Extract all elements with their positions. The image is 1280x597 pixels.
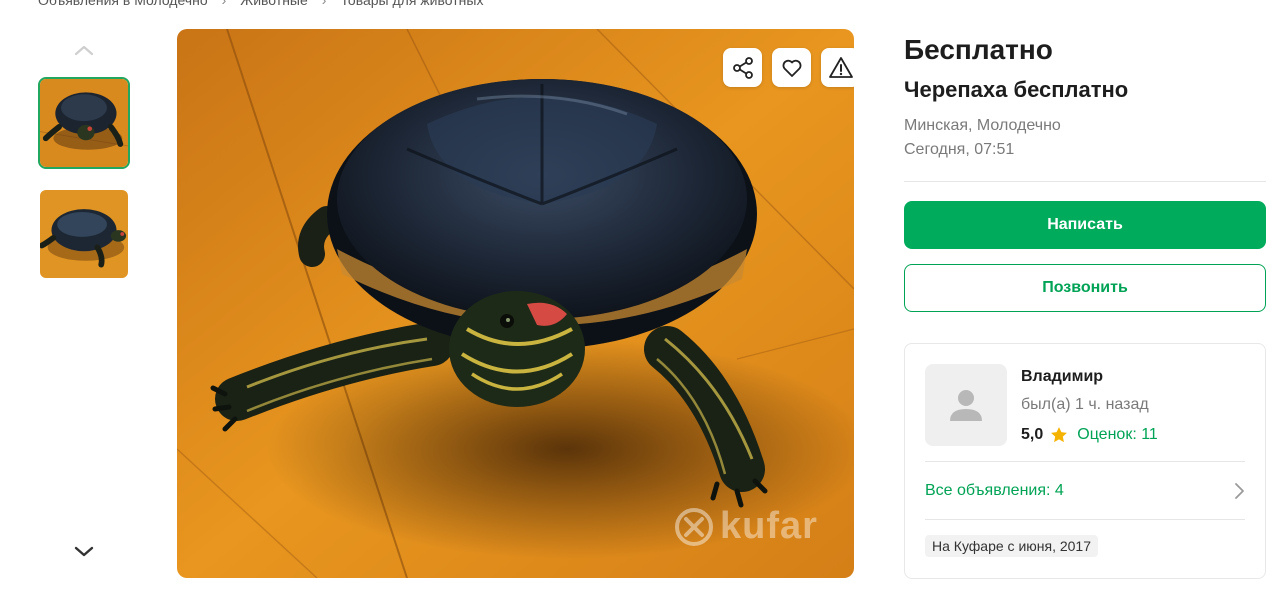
watermark-text: kufar bbox=[720, 505, 818, 547]
rating-value: 5,0 bbox=[1021, 426, 1044, 443]
breadcrumb: Объявления в Молодечно › Животные › Това… bbox=[38, 0, 483, 8]
call-button[interactable]: Позвонить bbox=[904, 264, 1266, 312]
report-button[interactable] bbox=[821, 48, 854, 87]
share-icon bbox=[732, 56, 753, 79]
all-ads-label: Все объявления: 4 bbox=[925, 482, 1064, 499]
turtle-photo bbox=[177, 29, 854, 578]
listing-date: Сегодня, 07:51 bbox=[904, 141, 1015, 158]
user-icon bbox=[950, 390, 982, 421]
divider bbox=[925, 519, 1245, 520]
breadcrumb-item-region[interactable]: Объявления в Молодечно bbox=[38, 0, 208, 8]
breadcrumb-separator: › bbox=[321, 0, 327, 8]
listing-location: Минская, Молодечно bbox=[904, 117, 1061, 134]
listing-title: Черепаха бесплатно bbox=[904, 77, 1129, 102]
share-button[interactable] bbox=[723, 48, 762, 87]
divider bbox=[925, 461, 1245, 462]
reviews-link[interactable]: Оценок: 11 bbox=[1077, 426, 1158, 444]
favorite-button[interactable] bbox=[772, 48, 811, 87]
listing-price: Бесплатно bbox=[904, 34, 1053, 65]
kufar-logo-icon bbox=[675, 507, 713, 546]
photo-actions bbox=[723, 48, 854, 87]
seller-last-seen: был(а) 1 ч. назад bbox=[1021, 396, 1149, 413]
chevron-up-icon[interactable] bbox=[70, 36, 98, 64]
heart-icon bbox=[782, 59, 801, 77]
avatar[interactable] bbox=[925, 364, 1007, 446]
thumbnail-2[interactable] bbox=[38, 188, 130, 280]
warning-icon bbox=[828, 56, 853, 78]
breadcrumb-separator: › bbox=[221, 0, 227, 8]
chevron-down-icon[interactable] bbox=[70, 538, 98, 566]
seller-card: Владимир был(а) 1 ч. назад 5,0 Оценок: 1… bbox=[904, 343, 1266, 579]
star-icon bbox=[1051, 427, 1068, 443]
all-ads-link[interactable]: Все объявления: 4 bbox=[925, 474, 1245, 508]
main-photo[interactable]: kufar bbox=[177, 29, 854, 578]
kufar-watermark: kufar bbox=[674, 505, 818, 548]
divider bbox=[904, 181, 1266, 182]
write-button[interactable]: Написать bbox=[904, 201, 1266, 249]
member-since-badge: На Куфаре с июня, 2017 bbox=[925, 535, 1098, 557]
breadcrumb-item-animals[interactable]: Животные bbox=[240, 0, 308, 8]
listing-info: Бесплатно Черепаха бесплатно Минская, Мо… bbox=[904, 33, 1266, 312]
thumbnail-1[interactable] bbox=[38, 77, 130, 169]
thumbnail-gallery bbox=[38, 36, 130, 576]
seller-name[interactable]: Владимир bbox=[1021, 368, 1103, 386]
breadcrumb-item-pet-goods[interactable]: Товары для животных bbox=[340, 0, 483, 8]
chevron-right-icon bbox=[1235, 483, 1244, 499]
seller-rating: 5,0 Оценок: 11 bbox=[1021, 425, 1158, 445]
